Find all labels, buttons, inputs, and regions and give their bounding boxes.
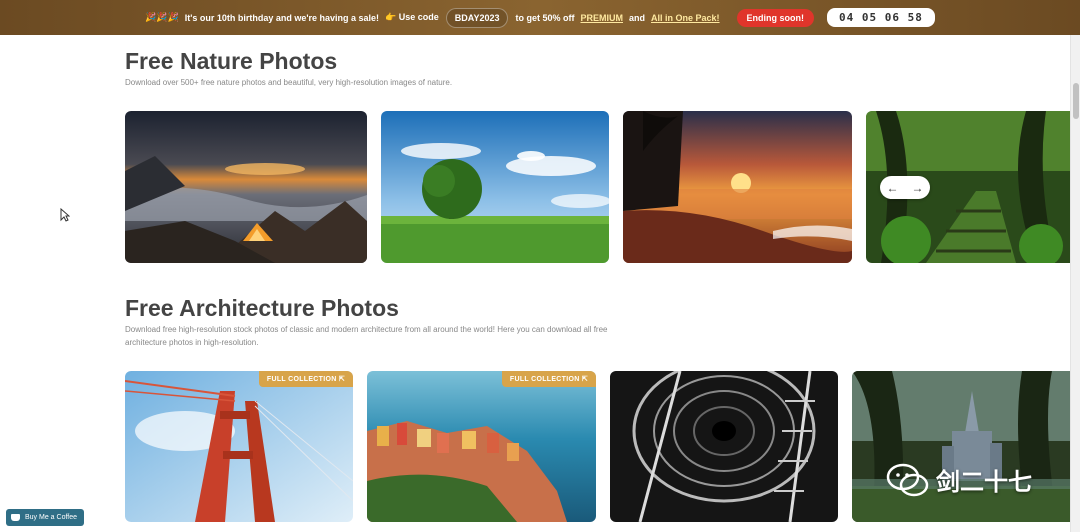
- architecture-section-title: Free Architecture Photos: [125, 295, 399, 321]
- architecture-photo-forest-castle[interactable]: [852, 371, 1070, 522]
- party-emoji: 🎉🎉🎉: [145, 12, 179, 22]
- full-collection-badge[interactable]: FULL COLLECTION ⇱: [501, 371, 596, 387]
- countdown-timer: 04 05 06 58: [827, 8, 935, 27]
- carousel-prev-button[interactable]: ←: [887, 181, 899, 195]
- nature-photo-mountain-camp[interactable]: [125, 111, 367, 263]
- promo-code[interactable]: BDAY2023: [445, 7, 509, 28]
- promo-code-label: 👉 Use code: [385, 12, 439, 22]
- nature-photo-lone-tree[interactable]: [381, 111, 609, 263]
- carousel-next-button[interactable]: →: [912, 181, 924, 195]
- coffee-cup-icon: [11, 514, 20, 521]
- nature-section-description: Download over 500+ free nature photos an…: [125, 78, 453, 87]
- promo-discount-text: to get 50% off: [515, 12, 575, 23]
- buy-me-a-coffee-label: Buy Me a Coffee: [25, 514, 78, 521]
- scrollbar-thumb[interactable]: [1073, 83, 1079, 119]
- buy-me-a-coffee-button[interactable]: Buy Me a Coffee: [6, 509, 84, 526]
- watermark-text: 剑二十七: [936, 468, 1032, 496]
- mouse-cursor-icon: [60, 208, 70, 222]
- architecture-photo-coastal-town[interactable]: FULL COLLECTION ⇱: [367, 371, 596, 522]
- architecture-photo-bridge[interactable]: FULL COLLECTION ⇱: [125, 371, 353, 522]
- page-scrollbar[interactable]: [1070, 35, 1080, 532]
- watermark: 剑二十七: [886, 462, 1032, 497]
- wechat-icon: [886, 463, 929, 496]
- promo-banner: 🎉🎉🎉 It's our 10th birthday and we're hav…: [0, 0, 1080, 35]
- nature-section-title: Free Nature Photos: [125, 48, 338, 74]
- all-in-one-link[interactable]: All in One Pack!: [651, 13, 720, 23]
- promo-text: It's our 10th birthday and we're having …: [184, 12, 380, 23]
- premium-link[interactable]: PREMIUM: [581, 13, 624, 23]
- carousel-nav: ← →: [880, 176, 930, 199]
- ending-soon-badge: Ending soon!: [736, 8, 815, 27]
- nature-photo-tropical-sunset[interactable]: [623, 111, 852, 263]
- architecture-section-description: Download free high-resolution stock phot…: [125, 325, 608, 347]
- full-collection-badge[interactable]: FULL COLLECTION ⇱: [258, 371, 353, 387]
- promo-and: and: [629, 12, 646, 23]
- architecture-photo-spiral-staircase[interactable]: [610, 371, 838, 522]
